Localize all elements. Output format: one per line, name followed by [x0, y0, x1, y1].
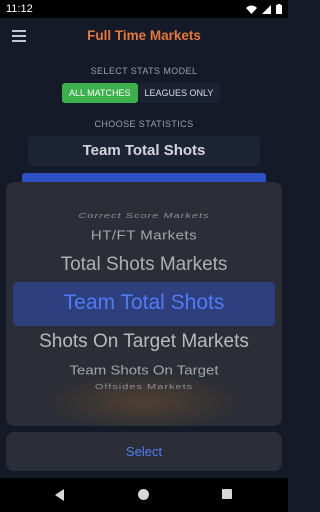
- picker-item[interactable]: Correct Score Markets: [6, 212, 282, 220]
- leagues-only-button[interactable]: LEAGUES ONLY: [137, 83, 221, 103]
- battery-icon: [276, 4, 282, 14]
- stats-model-label: SELECT STATS MODEL: [90, 66, 198, 76]
- all-matches-button[interactable]: ALL MATCHES: [62, 83, 138, 103]
- status-time: 11:12: [6, 3, 33, 15]
- picker-glow: [46, 372, 242, 426]
- navigation-bar: [0, 478, 288, 512]
- stats-model-toggle: ALL MATCHES LEAGUES ONLY: [62, 83, 221, 103]
- picker-item[interactable]: Shots On Target Markets: [6, 331, 282, 353]
- select-button[interactable]: Select: [6, 432, 282, 471]
- status-bar: 11:12: [0, 0, 288, 18]
- home-icon[interactable]: [138, 489, 149, 500]
- picker-item[interactable]: HT/FT Markets: [6, 228, 282, 242]
- page-title: Full Time Markets: [87, 28, 201, 43]
- recent-apps-icon[interactable]: [222, 489, 232, 499]
- picker-item-selected[interactable]: Team Total Shots: [6, 291, 282, 315]
- wifi-icon: [246, 5, 257, 14]
- choose-statistics-label: CHOOSE STATISTICS: [94, 119, 194, 129]
- app-header: Full Time Markets: [0, 18, 288, 56]
- statistics-dropdown[interactable]: Team Total Shots: [28, 136, 260, 166]
- statistics-picker[interactable]: Correct Score Markets HT/FT Markets Tota…: [6, 182, 282, 426]
- picker-item[interactable]: Offsides Markets: [6, 383, 282, 391]
- signal-icon: [262, 4, 271, 14]
- picker-item[interactable]: Team Shots On Target: [6, 363, 282, 377]
- picker-item[interactable]: Total Shots Markets: [6, 254, 282, 276]
- status-icons: [246, 4, 282, 14]
- back-icon[interactable]: [55, 489, 64, 501]
